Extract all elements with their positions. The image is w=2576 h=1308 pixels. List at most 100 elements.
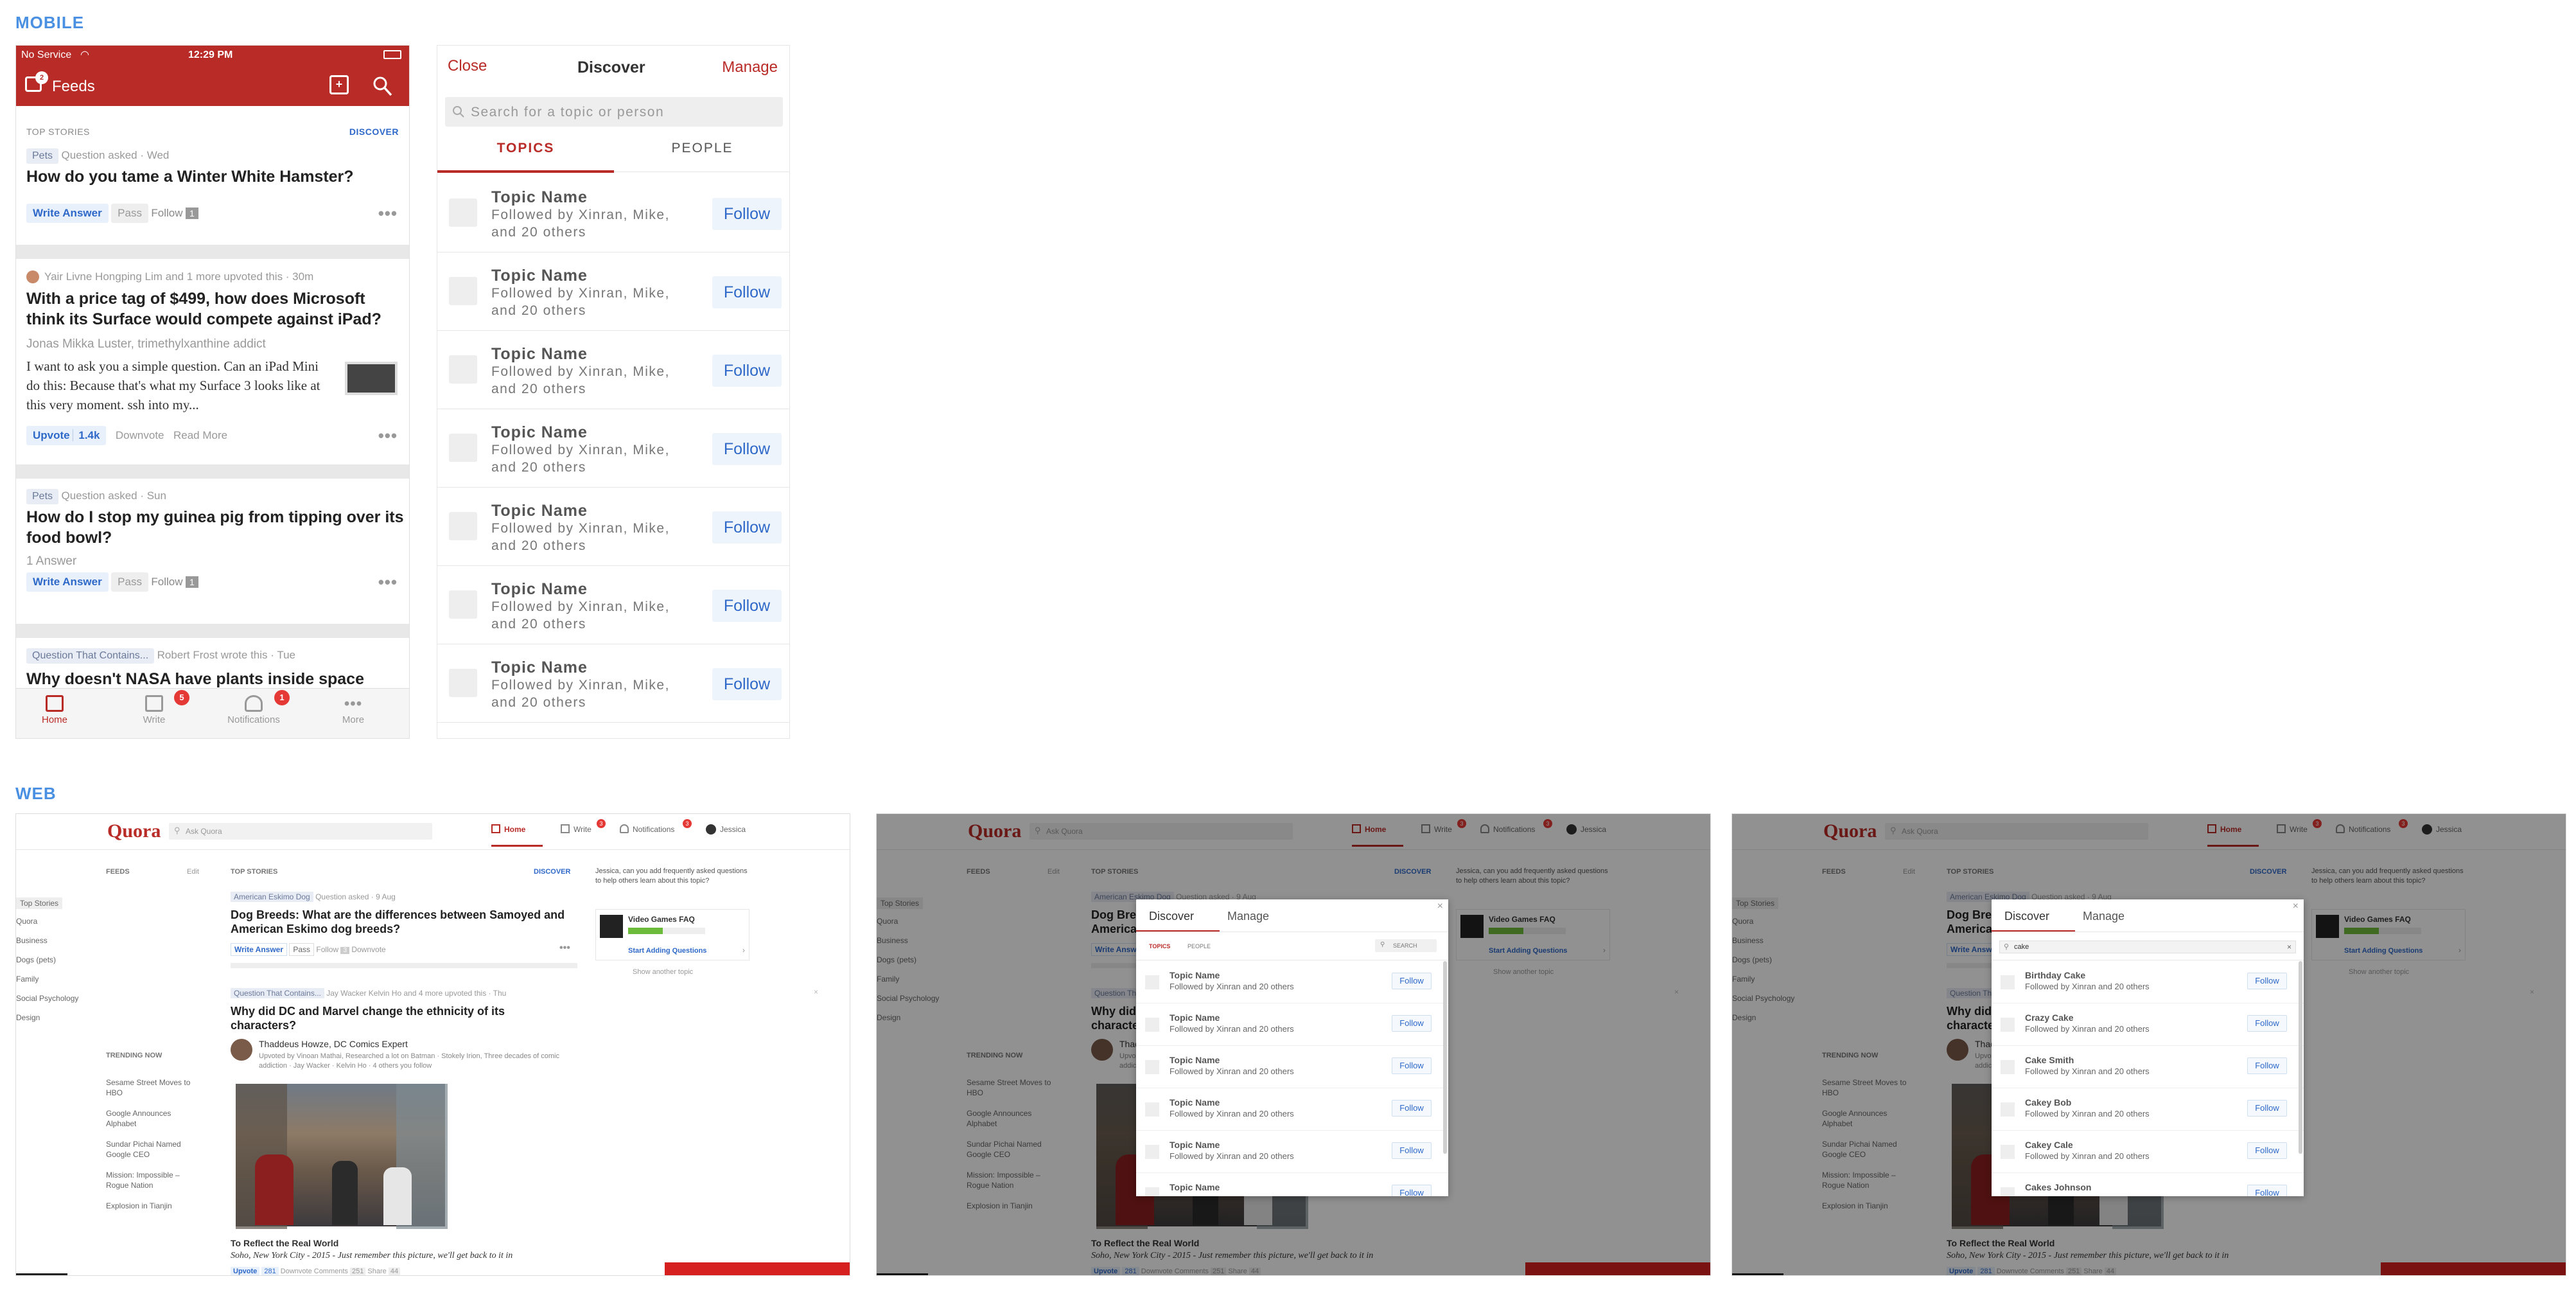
quora-logo[interactable]: Quora — [107, 820, 161, 842]
tab-people[interactable]: PEOPLE — [614, 141, 789, 156]
write-answer-button[interactable]: Write Answer — [26, 204, 109, 223]
topic-tag[interactable]: Pets — [26, 489, 59, 504]
read-more-link[interactable]: Read More — [173, 429, 227, 441]
sidebar-item[interactable]: Business — [16, 936, 48, 945]
tab-more[interactable]: ••• More — [315, 695, 392, 725]
follow-button[interactable]: Follow — [151, 576, 182, 588]
topic-name[interactable]: Topic Name — [1170, 1182, 1220, 1192]
topic-tag[interactable]: Question That Contains... — [26, 648, 155, 664]
modal-tab-discover[interactable]: Discover — [1149, 910, 1194, 923]
follow-button[interactable]: Follow — [151, 207, 182, 219]
faq-title[interactable]: Video Games FAQ — [628, 915, 695, 924]
follow-button[interactable]: Follow — [712, 590, 782, 622]
follow-button[interactable]: Follow — [2247, 1100, 2287, 1117]
topic-name[interactable]: Topic Name — [491, 345, 588, 364]
trending-item[interactable]: Sundar Pichai Named Google CEO — [106, 1139, 202, 1160]
follow-button[interactable]: Follow — [1392, 973, 1432, 989]
nav-user[interactable]: Jessica — [720, 825, 746, 834]
follow-button[interactable]: Follow — [1392, 1142, 1432, 1159]
write-answer-button[interactable]: Write Answer — [231, 943, 288, 956]
modal-tab-manage[interactable]: Manage — [2083, 910, 2125, 923]
close-icon[interactable]: × — [1437, 901, 1443, 912]
topic-tag[interactable]: Pets — [26, 148, 59, 164]
question-title[interactable]: With a price tag of $499, how does Micro… — [26, 288, 392, 330]
tab-people[interactable]: PEOPLE — [1187, 943, 1211, 950]
manage-button[interactable]: Manage — [722, 58, 778, 76]
modal-tab-manage[interactable]: Manage — [1227, 910, 1269, 923]
avatar[interactable] — [706, 824, 716, 835]
trending-item[interactable]: Google Announces Alphabet — [106, 1108, 202, 1129]
more-options-icon[interactable]: ••• — [378, 204, 398, 224]
scrollbar[interactable] — [1443, 961, 1447, 1154]
topic-tag[interactable]: American Eskimo Dog — [231, 892, 313, 902]
pass-button[interactable]: Pass — [111, 204, 148, 223]
topic-name[interactable]: Cakey Bob — [2025, 1097, 2071, 1108]
sidebar-item[interactable]: Design — [16, 1013, 40, 1022]
topic-name[interactable]: Topic Name — [1170, 970, 1220, 980]
question-title[interactable]: How do you tame a Winter White Hamster? — [26, 166, 386, 187]
follow-button[interactable]: Follow — [2247, 1057, 2287, 1074]
sidebar-item[interactable]: Social Psychology — [16, 994, 78, 1003]
topic-name[interactable]: Cakey Cale — [2025, 1140, 2073, 1150]
tab-topics[interactable]: TOPICS — [1149, 943, 1170, 950]
follow-button[interactable]: Follow — [712, 511, 782, 544]
topic-name[interactable]: Topic Name — [491, 580, 588, 599]
topic-name[interactable]: Cakes Johnson — [2025, 1182, 2091, 1192]
more-options-icon[interactable]: ••• — [559, 942, 570, 954]
comments-button[interactable]: Comments — [314, 1268, 348, 1275]
sidebar-item[interactable]: Top Stories — [16, 897, 63, 909]
question-title[interactable]: Why doesn't NASA have plants inside spac… — [26, 669, 405, 689]
follow-button[interactable]: Follow — [712, 433, 782, 465]
follow-button[interactable]: Follow — [2247, 1015, 2287, 1032]
sidebar-item[interactable]: Quora — [16, 917, 37, 926]
answer-photo[interactable] — [234, 1083, 448, 1229]
nav-write[interactable]: Write — [574, 825, 591, 834]
topic-name[interactable]: Topic Name — [1170, 1012, 1220, 1023]
pass-button[interactable]: Pass — [289, 943, 315, 956]
answer-snippet[interactable]: I want to ask you a simple question. Can… — [26, 357, 328, 414]
downvote-button[interactable]: Downvote — [116, 429, 164, 441]
sidebar-item[interactable]: Dogs (pets) — [16, 955, 56, 964]
discover-link[interactable]: DISCOVER — [349, 127, 399, 137]
question-title[interactable]: Dog Breeds: What are the differences bet… — [231, 908, 577, 936]
follow-button[interactable]: Follow — [712, 276, 782, 308]
answer-author[interactable]: Jonas Mikka Luster, trimethylxanthine ad… — [26, 337, 266, 351]
sidebar-item[interactable]: Family — [16, 975, 39, 984]
topic-name[interactable]: Crazy Cake — [2025, 1012, 2074, 1023]
write-answer-button[interactable]: Write Answer — [26, 572, 109, 592]
topic-name[interactable]: Topic Name — [491, 423, 588, 442]
close-icon[interactable]: × — [2293, 901, 2299, 912]
modal-tab-discover[interactable]: Discover — [2004, 910, 2049, 923]
follow-button[interactable]: Follow — [2247, 1185, 2287, 1196]
show-another-link[interactable]: Show another topic — [633, 968, 693, 976]
topic-name[interactable]: Topic Name — [491, 267, 588, 285]
trending-item[interactable]: Mission: Impossible – Rogue Nation — [106, 1170, 202, 1190]
follow-button[interactable]: Follow — [316, 945, 338, 954]
discover-link[interactable]: DISCOVER — [534, 868, 570, 876]
follow-button[interactable]: Follow — [1392, 1057, 1432, 1074]
trending-item[interactable]: Sesame Street Moves to HBO — [106, 1077, 202, 1098]
scrollbar[interactable] — [2299, 961, 2302, 1154]
search-input[interactable]: ⚲ Ask Quora — [169, 823, 432, 840]
topic-name[interactable]: Topic Name — [1170, 1097, 1220, 1108]
search-icon[interactable] — [372, 75, 392, 97]
trending-item[interactable]: Explosion in Tianjin — [106, 1201, 202, 1211]
topic-name[interactable]: Topic Name — [491, 658, 588, 677]
upvote-button[interactable]: Upvote — [231, 1267, 260, 1275]
nav-home[interactable]: Home — [504, 825, 525, 834]
more-options-icon[interactable]: ••• — [378, 426, 398, 446]
follow-button[interactable]: Follow — [1392, 1185, 1432, 1196]
start-adding-link[interactable]: Start Adding Questions — [628, 947, 706, 955]
edit-feeds-link[interactable]: Edit — [187, 868, 199, 876]
follow-button[interactable]: Follow — [712, 355, 782, 387]
tab-topics[interactable]: TOPICS — [437, 141, 614, 156]
topic-name[interactable]: Topic Name — [491, 188, 588, 207]
downvote-button[interactable]: Downvote — [281, 1268, 312, 1275]
follow-button[interactable]: Follow — [2247, 1142, 2287, 1159]
upvote-button[interactable]: Upvote 1.4k — [26, 426, 107, 445]
follow-button[interactable]: Follow — [712, 668, 782, 700]
answer-author[interactable]: Thaddeus Howze, DC Comics Expert — [259, 1039, 408, 1049]
topic-tag[interactable]: Question That Contains... — [231, 988, 324, 998]
follow-button[interactable]: Follow — [712, 198, 782, 230]
topic-name[interactable]: Topic Name — [1170, 1055, 1220, 1065]
